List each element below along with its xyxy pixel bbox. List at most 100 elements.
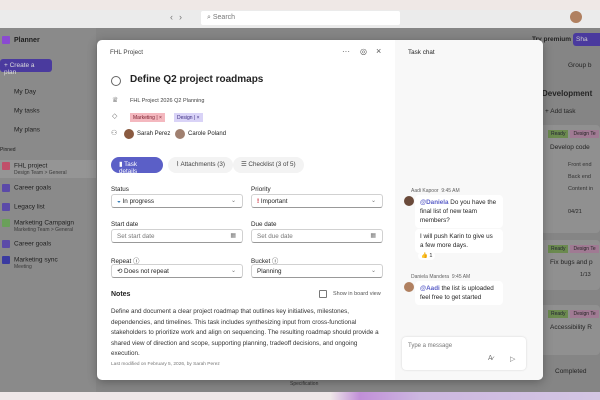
sidebar-item-my-day[interactable]: My Day xyxy=(0,88,96,96)
sidebar-item-my-tasks[interactable]: My tasks xyxy=(0,107,96,115)
label-design[interactable]: Design | × xyxy=(174,113,203,122)
avatar xyxy=(404,282,414,292)
completed-toggle[interactable]: Completed xyxy=(555,368,586,375)
card-title: Fix bugs and p xyxy=(550,259,593,266)
sidebar-plan-legacy[interactable]: Legacy list xyxy=(0,203,96,211)
more-options-icon[interactable]: ··· xyxy=(342,47,350,56)
checklist-item[interactable]: Front end xyxy=(568,159,600,171)
label: Career goals xyxy=(14,240,52,248)
task-card[interactable]: Ready Design Te Accessibility R xyxy=(540,305,600,355)
priority-label: Priority xyxy=(251,186,271,193)
group-by-button[interactable]: Group b xyxy=(568,62,592,69)
wallpaper xyxy=(0,392,600,400)
label: My Day xyxy=(14,88,37,96)
start-date-label: Start date xyxy=(111,221,139,228)
label: Legacy list xyxy=(14,203,45,211)
assign-icon[interactable]: ⚇ xyxy=(111,129,117,137)
complete-checkbox[interactable] xyxy=(111,76,121,86)
create-plan-button[interactable]: + Create a plan xyxy=(0,59,52,76)
sidebar-plan-marketing-sync[interactable]: Marketing sync Meeting xyxy=(0,256,96,270)
priority-dropdown[interactable]: ! Important ⌄ xyxy=(251,194,383,208)
search-input[interactable]: ⌕ Search xyxy=(201,11,400,25)
chevron-down-icon: ⌄ xyxy=(370,198,376,204)
value: In progress xyxy=(122,198,155,205)
show-in-board-checkbox[interactable] xyxy=(319,290,327,298)
assignee[interactable]: Sarah Perez xyxy=(137,131,170,137)
close-icon[interactable]: × xyxy=(376,46,381,56)
remove-label-icon[interactable]: | × xyxy=(156,115,162,121)
tab-label: Attachments (3) xyxy=(180,161,225,168)
reaction[interactable]: 👍 1 xyxy=(418,252,436,260)
repeat-dropdown[interactable]: ⟲ Does not repeat ⌄ xyxy=(111,264,243,278)
label-tag: Design Te xyxy=(570,245,599,253)
sidebar-plan-career-2[interactable]: Career goals xyxy=(0,240,96,248)
last-modified: Last modified on February 5, 2026, by Sa… xyxy=(111,362,220,367)
grid-icon xyxy=(2,126,10,134)
background-card-text: Specification xyxy=(290,381,319,387)
ready-tag: Ready xyxy=(548,310,569,318)
checklist-item[interactable]: Content in xyxy=(568,183,600,195)
avatar[interactable] xyxy=(570,11,582,23)
ready-tag: Ready xyxy=(548,130,569,138)
app-name: Planner xyxy=(14,36,40,44)
tab-label: Checklist (3 of 5) xyxy=(248,161,296,168)
share-button[interactable]: Sha xyxy=(573,33,600,46)
tab-attachments[interactable]: ⌇ Attachments (3) xyxy=(168,157,233,173)
search-placeholder: Search xyxy=(212,14,236,21)
label-tag: Design Te xyxy=(570,310,599,318)
sidebar-plan-career[interactable]: Career goals xyxy=(0,184,96,192)
value: Does not repeat xyxy=(124,268,169,275)
task-dialog: FHL Project ··· ◎ × Define Q2 project ro… xyxy=(97,40,543,380)
calendar-icon[interactable]: ▦ xyxy=(370,232,376,239)
plan-icon xyxy=(2,184,10,192)
tab-task-details[interactable]: ▮ Task details xyxy=(111,157,163,175)
chat-title: Task chat xyxy=(408,49,435,56)
start-date-input[interactable]: Set start date ▦ xyxy=(111,229,243,243)
chevron-down-icon: ⌄ xyxy=(230,268,236,274)
mention[interactable]: @Aadi xyxy=(420,285,440,292)
sidebar-plan-fhl[interactable]: FHL project Design Team > General xyxy=(0,160,96,178)
value: Planning xyxy=(257,268,282,275)
task-chat-panel: Task chat Aadi Kapoor 9:45 AM @Daniela D… xyxy=(395,40,543,380)
task-card[interactable]: Ready Design Te Develop code Front end Bac… xyxy=(540,125,600,233)
breadcrumb: FHL Project xyxy=(110,49,144,56)
task-card[interactable]: Ready Design Te Fix bugs and p 1/13 xyxy=(540,240,600,290)
message-input[interactable]: Type a message A̷ ▷ xyxy=(402,337,526,370)
bucket-dropdown[interactable]: Planning ⌄ xyxy=(251,264,383,278)
mention[interactable]: @Daniela xyxy=(420,199,449,206)
remove-label-icon[interactable]: | × xyxy=(194,115,200,121)
format-icon[interactable]: A̷ xyxy=(488,355,493,362)
status-dropdown[interactable]: ◒ In progress ⌄ xyxy=(111,194,243,208)
assignee[interactable]: Carole Poland xyxy=(188,131,226,137)
due-date-label: Due date xyxy=(251,221,277,228)
send-icon[interactable]: ▷ xyxy=(510,355,515,363)
due-date-input[interactable]: Set due date ▦ xyxy=(251,229,383,243)
calendar-icon[interactable]: ▦ xyxy=(230,232,236,239)
label-marketing[interactable]: Marketing | × xyxy=(130,113,165,122)
chat-toggle-icon[interactable]: ◎ xyxy=(360,47,367,56)
sublabel: Design Team > General xyxy=(14,170,67,176)
trophy-icon: ♕ xyxy=(112,97,119,104)
sidebar-item-my-plans[interactable]: My plans xyxy=(0,126,96,134)
chevron-down-icon: ⌄ xyxy=(230,198,236,204)
sidebar-plan-marketing[interactable]: Marketing Campaign Marketing Team > Gener… xyxy=(0,219,96,233)
due-date: 04/21 xyxy=(568,209,582,215)
placeholder: Type a message xyxy=(408,343,453,349)
forward-button[interactable]: › xyxy=(179,12,188,22)
placeholder: Set start date xyxy=(117,233,155,240)
task-icon xyxy=(2,107,10,115)
notes-label: Notes xyxy=(111,291,131,298)
meeting-icon xyxy=(2,256,10,264)
avatar xyxy=(124,129,134,139)
reaction-count: 1 xyxy=(429,253,433,259)
planner-logo-icon xyxy=(2,36,10,44)
checklist-item[interactable]: Back end xyxy=(568,171,600,183)
task-title[interactable]: Define Q2 project roadmaps xyxy=(130,74,263,85)
show-in-board-label: Show in board view xyxy=(333,291,381,297)
notes-text[interactable]: Define and document a clear project road… xyxy=(111,307,383,360)
tab-checklist[interactable]: ☰ Checklist (3 of 5) xyxy=(233,157,304,173)
time: 9:45 AM xyxy=(451,274,471,280)
back-button[interactable]: ‹ xyxy=(170,12,179,22)
add-task-button[interactable]: + Add task xyxy=(545,108,576,115)
plan-name[interactable]: FHL Project 2026 Q2 Planning xyxy=(130,98,204,104)
